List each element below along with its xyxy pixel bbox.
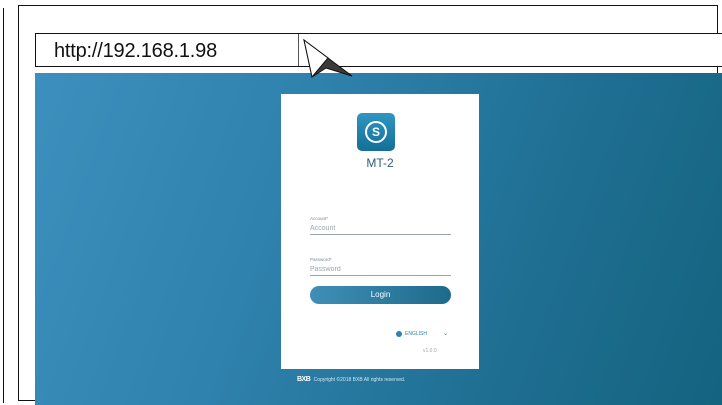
window-frame-bevel	[3, 8, 18, 403]
address-bar-divider	[298, 34, 299, 66]
chevron-down-icon: ⌄	[443, 331, 449, 337]
url-text[interactable]: http://192.168.1.98	[54, 40, 217, 63]
mouse-cursor-icon	[303, 38, 353, 78]
s-logo-icon: S	[357, 113, 395, 151]
login-button[interactable]: Login	[310, 286, 451, 304]
app-name: MT-2	[366, 156, 394, 170]
footer-brand-logo: BXB	[297, 376, 311, 383]
login-card: S MT-2 Account* Password* Login ENGLISH …	[281, 94, 479, 369]
address-bar[interactable]: http://192.168.1.98	[35, 33, 722, 67]
login-page: S MT-2 Account* Password* Login ENGLISH …	[35, 73, 722, 405]
account-label: Account*	[310, 216, 329, 221]
password-input[interactable]	[310, 263, 451, 276]
footer: BXB Copyright ©2018 BXB All rights reser…	[297, 376, 405, 384]
language-label: ENGLISH	[405, 331, 427, 337]
version-label: v1.0.0	[423, 348, 437, 354]
account-input[interactable]	[310, 222, 451, 235]
copyright-text: Copyright ©2018 BXB All rights reserved.	[313, 377, 406, 383]
password-label: Password*	[310, 257, 332, 262]
globe-icon	[396, 331, 402, 337]
logo-letter: S	[365, 121, 387, 143]
language-selector[interactable]: ENGLISH ⌄	[396, 330, 456, 339]
